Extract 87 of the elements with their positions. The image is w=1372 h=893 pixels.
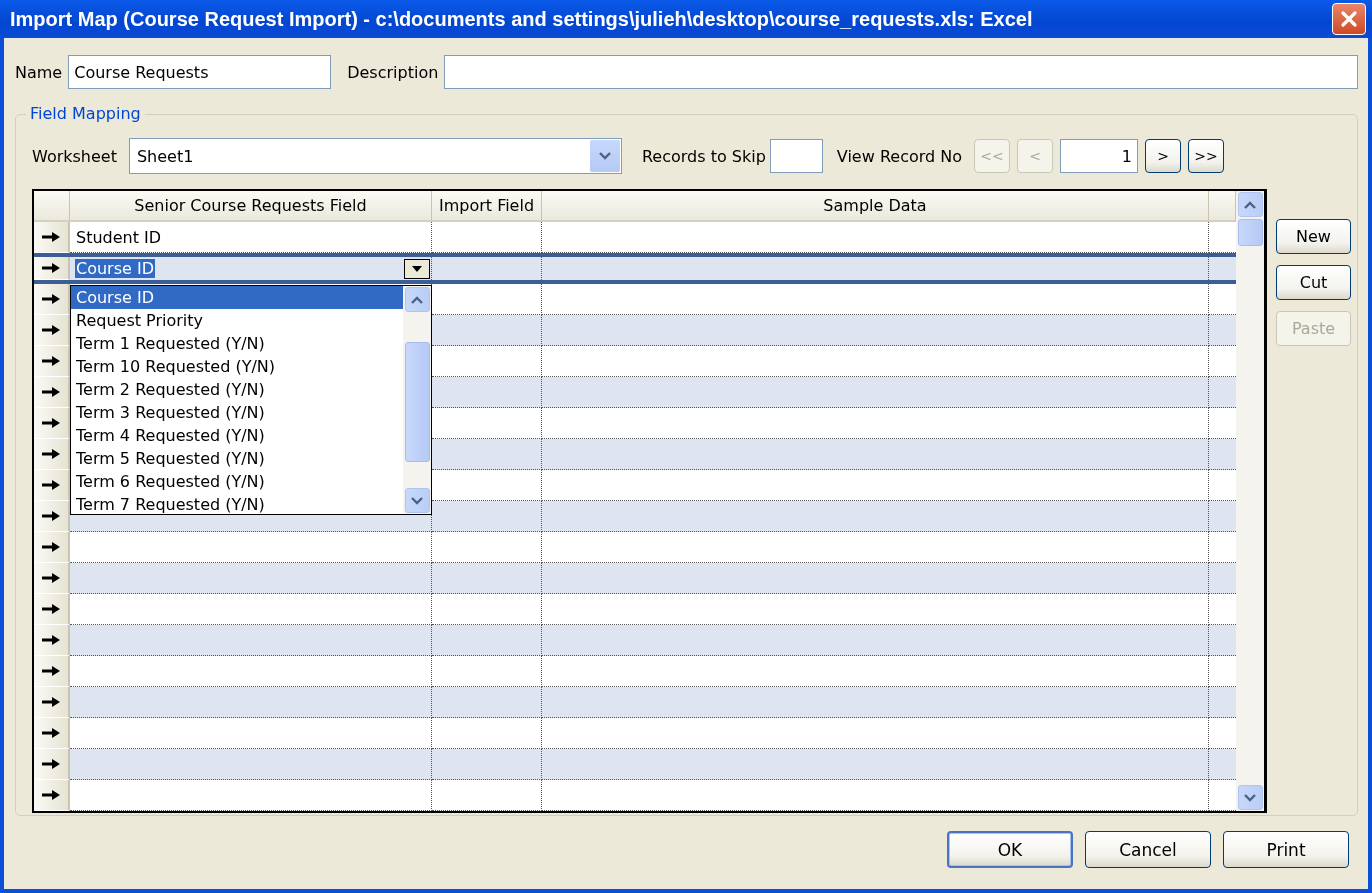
arrow-right-icon — [41, 324, 61, 336]
records-to-skip-field[interactable] — [769, 139, 823, 173]
window-title: Import Map (Course Request Import) - c:\documents and settings\julieh\desktop\course_requests.xls: Excel — [10, 7, 1033, 31]
view-record-label: View Record No — [836, 146, 962, 166]
name-field[interactable]: Course Requests — [68, 55, 332, 89]
chevron-up-icon — [410, 294, 424, 305]
arrow-right-icon — [41, 634, 61, 646]
column-header: Senior Course Requests Field — [70, 191, 432, 222]
column-header — [34, 191, 70, 222]
dropdown-option[interactable]: Request Priority — [71, 309, 403, 332]
row-header[interactable] — [34, 315, 70, 346]
chevron-down-icon — [410, 495, 424, 506]
row-header[interactable] — [34, 408, 70, 439]
scroll-thumb[interactable] — [1237, 219, 1263, 246]
nav-button[interactable]: >> — [1188, 139, 1224, 173]
arrow-right-icon — [41, 603, 61, 615]
records-to-skip-label: Records to Skip — [641, 146, 766, 166]
dropdown-option[interactable]: Term 1 Requested (Y/N) — [71, 332, 403, 355]
dropdown-option[interactable]: Term 7 Requested (Y/N) — [71, 493, 403, 516]
worksheet-label: Worksheet — [32, 146, 117, 166]
row-header[interactable] — [34, 625, 70, 656]
row-header[interactable] — [34, 284, 70, 315]
dropdown-option[interactable]: Term 4 Requested (Y/N) — [71, 424, 403, 447]
cell-edit-text[interactable]: Course ID — [75, 259, 155, 278]
arrow-right-icon — [41, 696, 61, 708]
arrow-right-icon — [41, 262, 61, 274]
arrow-right-icon — [41, 417, 61, 429]
scroll-thumb[interactable] — [404, 342, 430, 462]
new-button[interactable]: New — [1276, 219, 1351, 254]
scroll-bar[interactable] — [403, 286, 431, 514]
row-header[interactable] — [34, 257, 70, 280]
arrow-right-icon — [41, 758, 61, 770]
arrow-right-icon — [41, 293, 61, 305]
dropdown-option[interactable]: Term 5 Requested (Y/N) — [71, 447, 403, 470]
row-header[interactable] — [34, 749, 70, 780]
row-header[interactable] — [34, 656, 70, 687]
row-header[interactable] — [34, 222, 70, 253]
close-button[interactable] — [1332, 3, 1366, 35]
chevron-up-icon — [1243, 199, 1257, 210]
arrow-right-icon — [41, 510, 61, 522]
row-header[interactable] — [34, 718, 70, 749]
dropdown-option[interactable]: Term 6 Requested (Y/N) — [71, 470, 403, 493]
chevron-down-icon — [1243, 792, 1257, 803]
name-label: Name — [15, 62, 63, 82]
group-title: Field Mapping — [26, 104, 145, 123]
ok-button[interactable]: OK — [947, 831, 1073, 868]
row-header[interactable] — [34, 377, 70, 408]
arrow-right-icon — [41, 448, 61, 460]
dropdown-option[interactable]: Course ID — [71, 286, 403, 309]
column-header — [1209, 191, 1236, 222]
row-header[interactable] — [34, 346, 70, 377]
dropdown-button[interactable] — [404, 258, 430, 279]
arrow-right-icon — [41, 479, 61, 491]
row-header[interactable] — [34, 532, 70, 563]
caret-down-icon — [411, 264, 423, 273]
row-header[interactable] — [34, 687, 70, 718]
arrow-right-icon — [41, 665, 61, 677]
selected-row[interactable]: Course ID — [34, 253, 1236, 284]
dropdown-option[interactable]: Term 2 Requested (Y/N) — [71, 378, 403, 401]
arrow-right-icon — [41, 572, 61, 584]
record-number-field[interactable]: 1 — [1060, 139, 1138, 173]
arrow-right-icon — [41, 355, 61, 367]
column-header: Import Field — [432, 191, 542, 222]
description-label: Description — [347, 62, 439, 82]
row-header[interactable] — [34, 501, 70, 532]
row-header[interactable] — [34, 439, 70, 470]
arrow-right-icon — [41, 386, 61, 398]
cancel-button[interactable]: Cancel — [1085, 831, 1211, 868]
arrow-right-icon — [41, 231, 61, 243]
description-field[interactable] — [444, 55, 1358, 89]
nav-button[interactable]: > — [1145, 139, 1181, 173]
row-header[interactable] — [34, 780, 70, 811]
worksheet-dropdown[interactable]: Sheet1 — [128, 138, 622, 174]
arrow-right-icon — [41, 727, 61, 739]
row-header[interactable] — [34, 470, 70, 501]
dropdown-option[interactable]: Term 3 Requested (Y/N) — [71, 401, 403, 424]
table-row[interactable]: Student ID — [34, 222, 1236, 253]
dropdown-option[interactable]: Term 10 Requested (Y/N) — [71, 355, 403, 378]
arrow-right-icon — [41, 789, 61, 801]
cut-button[interactable]: Cut — [1276, 265, 1351, 300]
row-header[interactable] — [34, 563, 70, 594]
print-button[interactable]: Print — [1223, 831, 1349, 868]
scroll-bar[interactable] — [1236, 191, 1264, 811]
column-header: Sample Data — [542, 191, 1209, 222]
arrow-right-icon — [41, 541, 61, 553]
chevron-down-icon — [597, 151, 612, 161]
row-header[interactable] — [34, 594, 70, 625]
